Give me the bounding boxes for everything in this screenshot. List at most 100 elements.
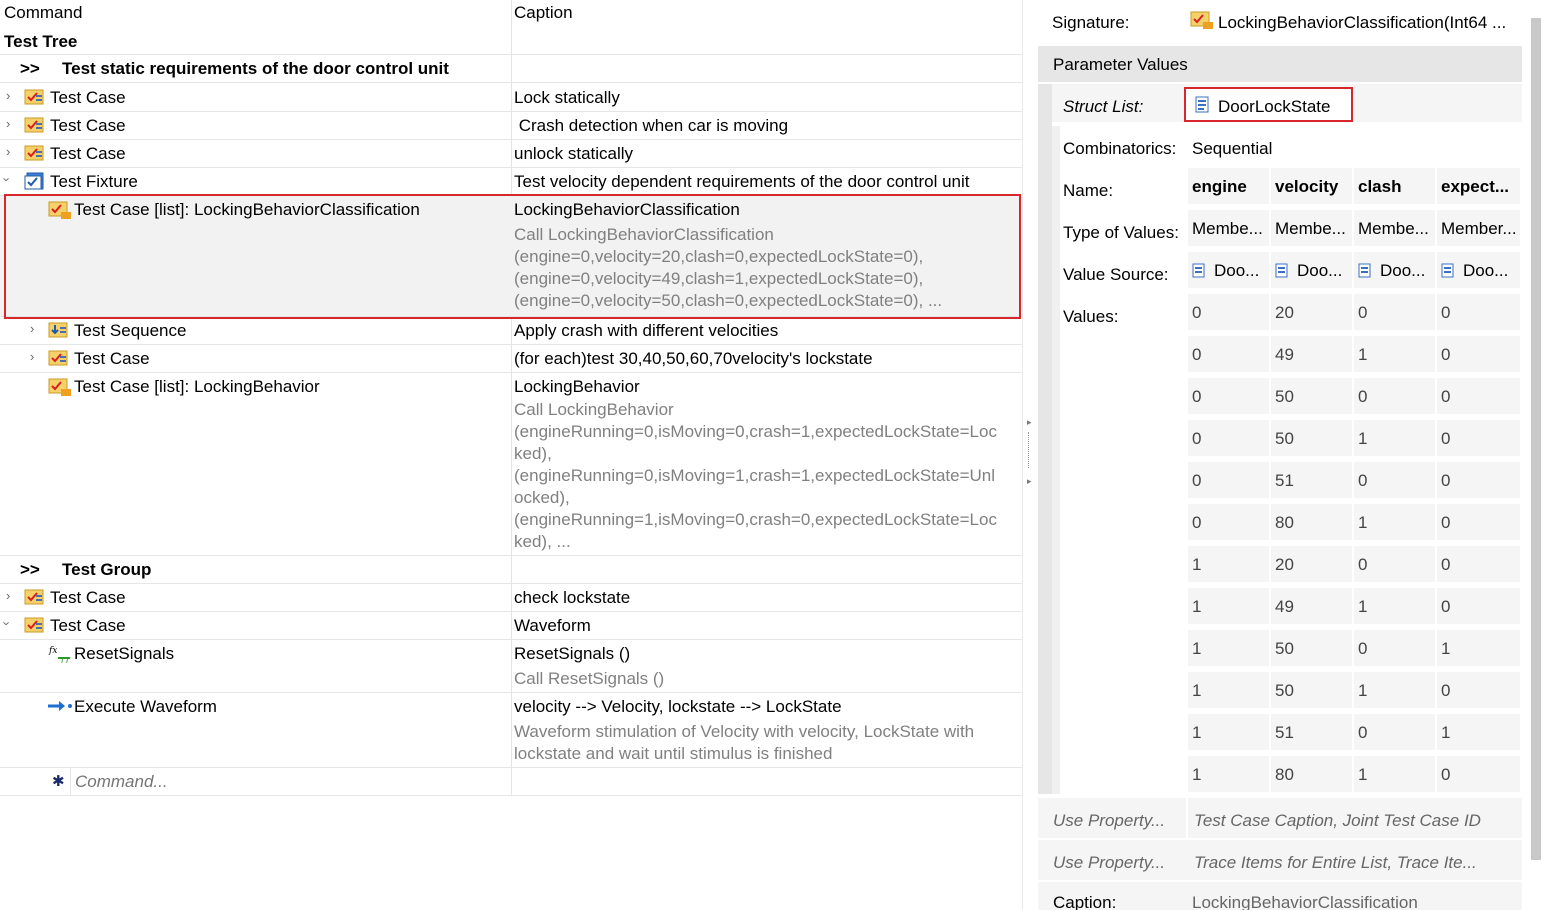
tree-row-test-case[interactable]: › Test Case Lock statically (0, 84, 1022, 112)
tree-root-row[interactable]: Test Tree (0, 28, 1022, 55)
tree-row-test-sequence[interactable]: › Test Sequence Apply crash with differe… (0, 317, 1022, 345)
value-cell[interactable]: 0 (1437, 546, 1522, 584)
value-cell[interactable]: 1 (1188, 714, 1271, 752)
value-cell[interactable]: 0 (1437, 672, 1522, 710)
group-gutter (1038, 84, 1052, 794)
value-cell[interactable]: 0 (1354, 546, 1437, 584)
value-cell[interactable]: 50 (1271, 630, 1354, 668)
splitter-arrow-icon[interactable]: ▸ (1027, 417, 1032, 428)
value-cell[interactable]: 20 (1271, 546, 1354, 584)
value-cell[interactable]: 0 (1437, 294, 1522, 332)
expand-chevron-icon[interactable]: › (6, 144, 10, 159)
value-cell-text: 0 (1441, 303, 1451, 322)
value-cell[interactable]: 0 (1188, 420, 1271, 458)
value-cell[interactable]: 0 (1354, 378, 1437, 416)
tree-row-test-case-list[interactable]: Test Case [list]: LockingBehavior Lockin… (0, 373, 1022, 556)
value-cell[interactable]: 1 (1188, 630, 1271, 668)
splitter-grip[interactable] (1028, 432, 1030, 468)
type-cell[interactable]: Membe... (1354, 210, 1437, 248)
value-cell[interactable]: 0 (1354, 630, 1437, 668)
caption-prop-label: Caption: (1053, 893, 1117, 910)
value-cell[interactable]: 1 (1437, 714, 1522, 752)
caption-column-header[interactable]: Caption (514, 3, 573, 23)
value-cell[interactable]: 0 (1437, 588, 1522, 626)
value-cell[interactable]: 80 (1271, 504, 1354, 542)
value-cell[interactable]: 0 (1437, 756, 1522, 794)
value-cell[interactable]: 1 (1188, 672, 1271, 710)
column-name-cell[interactable]: expect... (1437, 168, 1522, 206)
test-case-icon (48, 349, 70, 367)
value-cell[interactable]: 0 (1437, 336, 1522, 374)
expand-chevron-icon[interactable]: › (6, 88, 10, 103)
value-cell-text: 49 (1275, 345, 1294, 364)
expand-chevron-icon[interactable]: › (6, 588, 10, 603)
value-cell[interactable]: 1 (1354, 672, 1437, 710)
column-name-cell[interactable]: engine (1188, 168, 1271, 206)
value-cell[interactable]: 0 (1354, 714, 1437, 752)
column-name-cell[interactable]: velocity (1271, 168, 1354, 206)
value-cell[interactable]: 0 (1354, 462, 1437, 500)
tree-row-test-case[interactable]: › Test Case Crash detection when car is … (0, 112, 1022, 140)
value-cell[interactable]: 51 (1271, 714, 1354, 752)
source-cell[interactable]: Doo... (1188, 252, 1271, 290)
type-cell[interactable]: Member... (1437, 210, 1522, 248)
source-cell[interactable]: Doo... (1354, 252, 1437, 290)
expand-chevron-icon[interactable]: › (30, 349, 34, 364)
value-cell[interactable]: 51 (1271, 462, 1354, 500)
value-cell[interactable]: 0 (1188, 378, 1271, 416)
tree-row-test-case[interactable]: › Test Case unlock statically (0, 140, 1022, 168)
value-cell[interactable]: 80 (1271, 756, 1354, 794)
tree-row-execute-waveform[interactable]: Execute Waveform velocity --> Velocity, … (0, 693, 1022, 768)
combinatorics-value[interactable]: Sequential (1192, 139, 1272, 159)
caption-row[interactable]: Caption: LockingBehaviorClassification (1038, 882, 1522, 910)
command-column-header[interactable]: Command (4, 3, 82, 23)
panel-splitter[interactable]: ▸ ▸ (1022, 0, 1038, 910)
value-cell[interactable]: 50 (1271, 378, 1354, 416)
value-cell[interactable]: 1 (1188, 756, 1271, 794)
type-cell[interactable]: Membe... (1188, 210, 1271, 248)
value-cell[interactable]: 1 (1437, 630, 1522, 668)
source-cell[interactable]: Doo... (1437, 252, 1522, 290)
value-cell[interactable]: 1 (1188, 588, 1271, 626)
collapse-chevron-icon[interactable]: › (0, 177, 15, 181)
new-command-row[interactable]: ✱ (0, 768, 1022, 796)
tree-row-function-call[interactable]: fx TT ResetSignals ResetSignals () Call R… (0, 640, 1022, 693)
tree-row-test-case[interactable]: › Test Case check lockstate (0, 584, 1022, 612)
value-cell[interactable]: 0 (1437, 378, 1522, 416)
properties-scrollbar[interactable] (1531, 18, 1541, 860)
value-cell[interactable]: 50 (1271, 672, 1354, 710)
value-cell-text: 0 (1358, 723, 1368, 742)
value-cell[interactable]: 50 (1271, 420, 1354, 458)
value-cell[interactable]: 1 (1188, 546, 1271, 584)
new-command-input[interactable] (73, 771, 507, 793)
value-cell[interactable]: 0 (1437, 462, 1522, 500)
value-cell[interactable]: 1 (1354, 504, 1437, 542)
column-name-cell[interactable]: clash (1354, 168, 1437, 206)
value-cell[interactable]: 0 (1188, 462, 1271, 500)
value-cell[interactable]: 0 (1437, 420, 1522, 458)
expand-chevron-icon[interactable]: › (6, 116, 10, 131)
splitter-arrow-icon[interactable]: ▸ (1027, 476, 1032, 487)
value-cell[interactable]: 1 (1354, 336, 1437, 374)
tree-row-test-case[interactable]: › Test Case (for each)test 30,40,50,60,7… (0, 345, 1022, 373)
value-cell[interactable]: 1 (1354, 756, 1437, 794)
value-cell[interactable]: 49 (1271, 588, 1354, 626)
value-cell[interactable]: 20 (1271, 294, 1354, 332)
type-cell[interactable]: Membe... (1271, 210, 1354, 248)
source-cell[interactable]: Doo... (1271, 252, 1354, 290)
test-group-row[interactable]: >> Test static requirements of the door … (0, 55, 1022, 83)
tree-row-test-case[interactable]: › Test Case Waveform (0, 612, 1022, 640)
value-cell[interactable]: 1 (1354, 588, 1437, 626)
collapse-chevron-icon[interactable]: › (0, 621, 15, 625)
test-group-row[interactable]: >> Test Group (0, 556, 1022, 584)
value-cell[interactable]: 0 (1437, 504, 1522, 542)
value-cell[interactable]: 0 (1354, 294, 1437, 332)
value-cell[interactable]: 0 (1188, 336, 1271, 374)
value-cell[interactable]: 0 (1188, 504, 1271, 542)
tree-row-test-fixture[interactable]: › Test Fixture Test velocity dependent r… (0, 168, 1022, 196)
value-cell[interactable]: 1 (1354, 420, 1437, 458)
value-cell[interactable]: 0 (1188, 294, 1271, 332)
expand-chevron-icon[interactable]: › (30, 321, 34, 336)
value-cell[interactable]: 49 (1271, 336, 1354, 374)
signature-value[interactable]: LockingBehaviorClassification(Int64 ... (1218, 13, 1506, 33)
